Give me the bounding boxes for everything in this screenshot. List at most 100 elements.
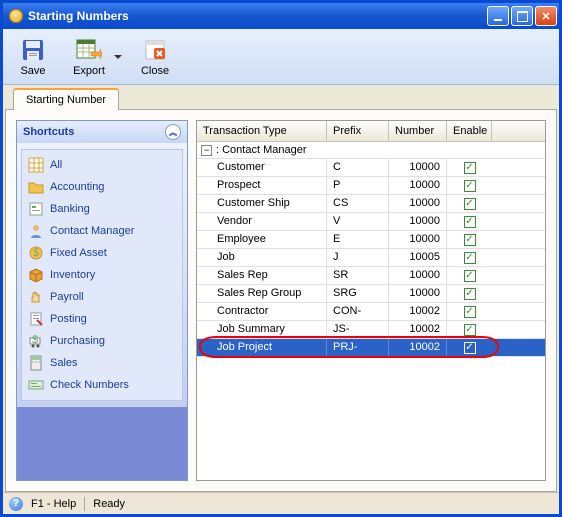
status-separator — [84, 497, 85, 511]
enable-checkbox[interactable]: ✓ — [464, 234, 476, 246]
close-button[interactable]: Close — [131, 33, 179, 81]
export-dropdown-button[interactable] — [113, 33, 123, 81]
table-row[interactable]: ContractorCON-10002✓ — [197, 303, 545, 321]
cell-prefix: JS- — [327, 321, 389, 338]
enable-checkbox[interactable]: ✓ — [464, 342, 476, 354]
cell-enable: ✓ — [447, 249, 492, 266]
cell-number: 10000 — [389, 213, 447, 230]
table-row[interactable]: JobJ10005✓ — [197, 249, 545, 267]
enable-checkbox[interactable]: ✓ — [464, 324, 476, 336]
svg-text:$: $ — [32, 334, 38, 346]
shortcut-label: All — [50, 159, 62, 171]
cell-prefix: CON- — [327, 303, 389, 320]
col-header-number[interactable]: Number — [389, 121, 447, 141]
shortcut-label: Sales — [50, 357, 78, 369]
cell-enable: ✓ — [447, 303, 492, 320]
table-row[interactable]: VendorV10000✓ — [197, 213, 545, 231]
shortcut-item-all[interactable]: All — [24, 154, 180, 176]
cell-prefix: PRJ- — [327, 339, 389, 356]
cell-number: 10005 — [389, 249, 447, 266]
cell-enable: ✓ — [447, 159, 492, 176]
shortcut-label: Inventory — [50, 269, 95, 281]
cell-number: 10002 — [389, 339, 447, 356]
cell-number: 10000 — [389, 231, 447, 248]
bank-icon — [28, 201, 44, 217]
cell-number: 10002 — [389, 303, 447, 320]
table-row[interactable]: Sales Rep GroupSRG10000✓ — [197, 285, 545, 303]
group-collapse-icon[interactable]: − — [201, 145, 212, 156]
grid-body: − : Contact Manager CustomerC10000✓Prosp… — [197, 142, 545, 357]
shortcut-item-contact-manager[interactable]: Contact Manager — [24, 220, 180, 242]
export-icon — [76, 37, 102, 63]
cell-enable: ✓ — [447, 339, 492, 356]
folder-icon — [28, 179, 44, 195]
col-header-prefix[interactable]: Prefix — [327, 121, 389, 141]
shortcut-label: Fixed Asset — [50, 247, 107, 259]
grid-header: Transaction Type Prefix Number Enable — [197, 121, 545, 142]
shortcut-item-posting[interactable]: Posting — [24, 308, 180, 330]
shortcut-item-banking[interactable]: Banking — [24, 198, 180, 220]
enable-checkbox[interactable]: ✓ — [464, 198, 476, 210]
enable-checkbox[interactable]: ✓ — [464, 306, 476, 318]
shortcut-item-inventory[interactable]: Inventory — [24, 264, 180, 286]
enable-checkbox[interactable]: ✓ — [464, 270, 476, 282]
cell-prefix: SRG — [327, 285, 389, 302]
shortcut-label: Accounting — [50, 181, 104, 193]
tab-body: Shortcuts ︽ AllAccountingBankingContact … — [5, 109, 557, 492]
save-button[interactable]: Save — [9, 33, 57, 81]
minimize-button[interactable] — [487, 6, 509, 26]
export-label: Export — [73, 65, 105, 77]
maximize-button[interactable] — [511, 6, 533, 26]
status-bar: ? F1 - Help Ready — [3, 492, 559, 514]
shortcut-label: Posting — [50, 313, 87, 325]
cell-prefix: V — [327, 213, 389, 230]
enable-checkbox[interactable]: ✓ — [464, 180, 476, 192]
check-icon — [28, 377, 44, 393]
enable-checkbox[interactable]: ✓ — [464, 162, 476, 174]
shortcut-item-check-numbers[interactable]: Check Numbers — [24, 374, 180, 396]
close-label: Close — [141, 65, 169, 77]
shortcuts-spacer — [17, 407, 187, 480]
help-icon[interactable]: ? — [9, 497, 23, 511]
shortcuts-panel: Shortcuts ︽ AllAccountingBankingContact … — [16, 120, 188, 481]
table-row[interactable]: Sales RepSR10000✓ — [197, 267, 545, 285]
table-row[interactable]: Job ProjectPRJ-10002✓ — [197, 339, 545, 357]
cell-enable: ✓ — [447, 213, 492, 230]
shortcut-item-payroll[interactable]: Payroll — [24, 286, 180, 308]
cell-number: 10000 — [389, 177, 447, 194]
table-row[interactable]: CustomerC10000✓ — [197, 159, 545, 177]
table-row[interactable]: EmployeeE10000✓ — [197, 231, 545, 249]
cell-enable: ✓ — [447, 267, 492, 284]
table-row[interactable]: Job SummaryJS-10002✓ — [197, 321, 545, 339]
enable-checkbox[interactable]: ✓ — [464, 252, 476, 264]
close-window-button[interactable] — [535, 6, 557, 26]
shortcut-item-fixed-asset[interactable]: $ Fixed Asset — [24, 242, 180, 264]
cell-prefix: E — [327, 231, 389, 248]
status-help[interactable]: F1 - Help — [31, 498, 76, 510]
grid-panel: Transaction Type Prefix Number Enable − … — [196, 120, 546, 481]
enable-checkbox[interactable]: ✓ — [464, 288, 476, 300]
col-header-type[interactable]: Transaction Type — [197, 121, 327, 141]
asset-icon: $ — [28, 245, 44, 261]
tab-starting-number[interactable]: Starting Number — [13, 88, 119, 110]
col-header-enable[interactable]: Enable — [447, 121, 492, 141]
shortcut-label: Banking — [50, 203, 90, 215]
tab-row: Starting Number — [5, 87, 557, 109]
table-row[interactable]: ProspectP10000✓ — [197, 177, 545, 195]
status-state: Ready — [93, 498, 125, 510]
close-icon — [142, 37, 168, 63]
collapse-button[interactable]: ︽ — [165, 124, 181, 140]
cell-number: 10000 — [389, 159, 447, 176]
title-bar: Starting Numbers — [3, 3, 559, 29]
shortcut-item-accounting[interactable]: Accounting — [24, 176, 180, 198]
export-button[interactable]: Export — [65, 33, 113, 81]
enable-checkbox[interactable]: ✓ — [464, 216, 476, 228]
shortcut-item-sales[interactable]: Sales — [24, 352, 180, 374]
calc-icon — [28, 355, 44, 371]
table-row[interactable]: Customer ShipCS10000✓ — [197, 195, 545, 213]
app-icon — [9, 9, 23, 23]
cell-number: 10000 — [389, 285, 447, 302]
cell-type: Sales Rep — [197, 267, 327, 284]
shortcut-item-purchasing[interactable]: $Purchasing — [24, 330, 180, 352]
group-row[interactable]: − : Contact Manager — [197, 142, 545, 159]
